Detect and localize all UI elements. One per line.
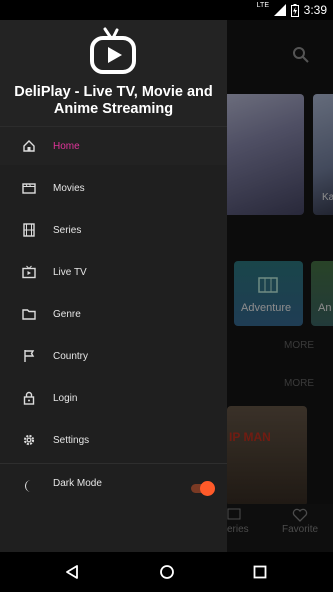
battery-icon bbox=[290, 3, 299, 17]
movie-icon bbox=[22, 183, 36, 194]
drawer-item-label: Country bbox=[53, 350, 89, 362]
drawer-item-label: Genre bbox=[53, 308, 81, 320]
drawer-divider bbox=[0, 463, 227, 464]
drawer-item-series[interactable]: Series bbox=[0, 211, 227, 249]
drawer-item-label: Movies bbox=[53, 182, 85, 194]
signal-icon bbox=[273, 4, 286, 16]
status-bar: LTE 3:39 bbox=[0, 0, 333, 20]
home-icon bbox=[23, 140, 35, 152]
gear-icon bbox=[23, 434, 35, 446]
drawer-item-movies[interactable]: Movies bbox=[0, 169, 227, 207]
drawer-item-label: Home bbox=[53, 140, 80, 152]
tv-play-logo-icon bbox=[90, 27, 136, 74]
back-icon[interactable] bbox=[64, 564, 80, 580]
folder-icon bbox=[22, 309, 36, 320]
navigation-drawer: DeliPlay - Live TV, Movie and Anime Stre… bbox=[0, 20, 227, 552]
drawer-item-label: Settings bbox=[53, 434, 90, 446]
drawer-item-label: Login bbox=[53, 392, 78, 404]
drawer-header: DeliPlay - Live TV, Movie and Anime Stre… bbox=[0, 20, 227, 127]
screen: LTE 3:39 Ka Adventure An MORE MORE IP MA… bbox=[0, 0, 333, 592]
drawer-item-label: Series bbox=[53, 224, 82, 236]
recents-icon[interactable] bbox=[252, 564, 268, 580]
dark-mode-row[interactable]: Dark Mode bbox=[0, 470, 227, 510]
drawer-item-login[interactable]: Login bbox=[0, 379, 227, 417]
clock: 3:39 bbox=[303, 3, 327, 17]
drawer-item-live-tv[interactable]: Live TV bbox=[0, 253, 227, 291]
toggle-thumb bbox=[200, 481, 215, 496]
drawer-item-genre[interactable]: Genre bbox=[0, 295, 227, 333]
dark-mode-label: Dark Mode bbox=[53, 478, 102, 489]
home-button-icon[interactable] bbox=[159, 564, 175, 580]
drawer-item-label: Live TV bbox=[53, 266, 87, 278]
flag-icon bbox=[24, 350, 35, 362]
network-label: LTE bbox=[256, 2, 269, 9]
dark-mode-toggle[interactable] bbox=[191, 481, 215, 496]
moon-icon bbox=[25, 480, 31, 492]
lock-icon bbox=[23, 391, 35, 405]
live-tv-icon bbox=[22, 265, 36, 279]
system-navigation-bar bbox=[0, 552, 333, 592]
film-strip-icon bbox=[23, 223, 35, 237]
app-title: DeliPlay - Live TV, Movie and Anime Stre… bbox=[14, 84, 213, 117]
drawer-item-settings[interactable]: Settings bbox=[0, 421, 227, 459]
drawer-item-country[interactable]: Country bbox=[0, 337, 227, 375]
drawer-item-home[interactable]: Home bbox=[0, 127, 227, 165]
